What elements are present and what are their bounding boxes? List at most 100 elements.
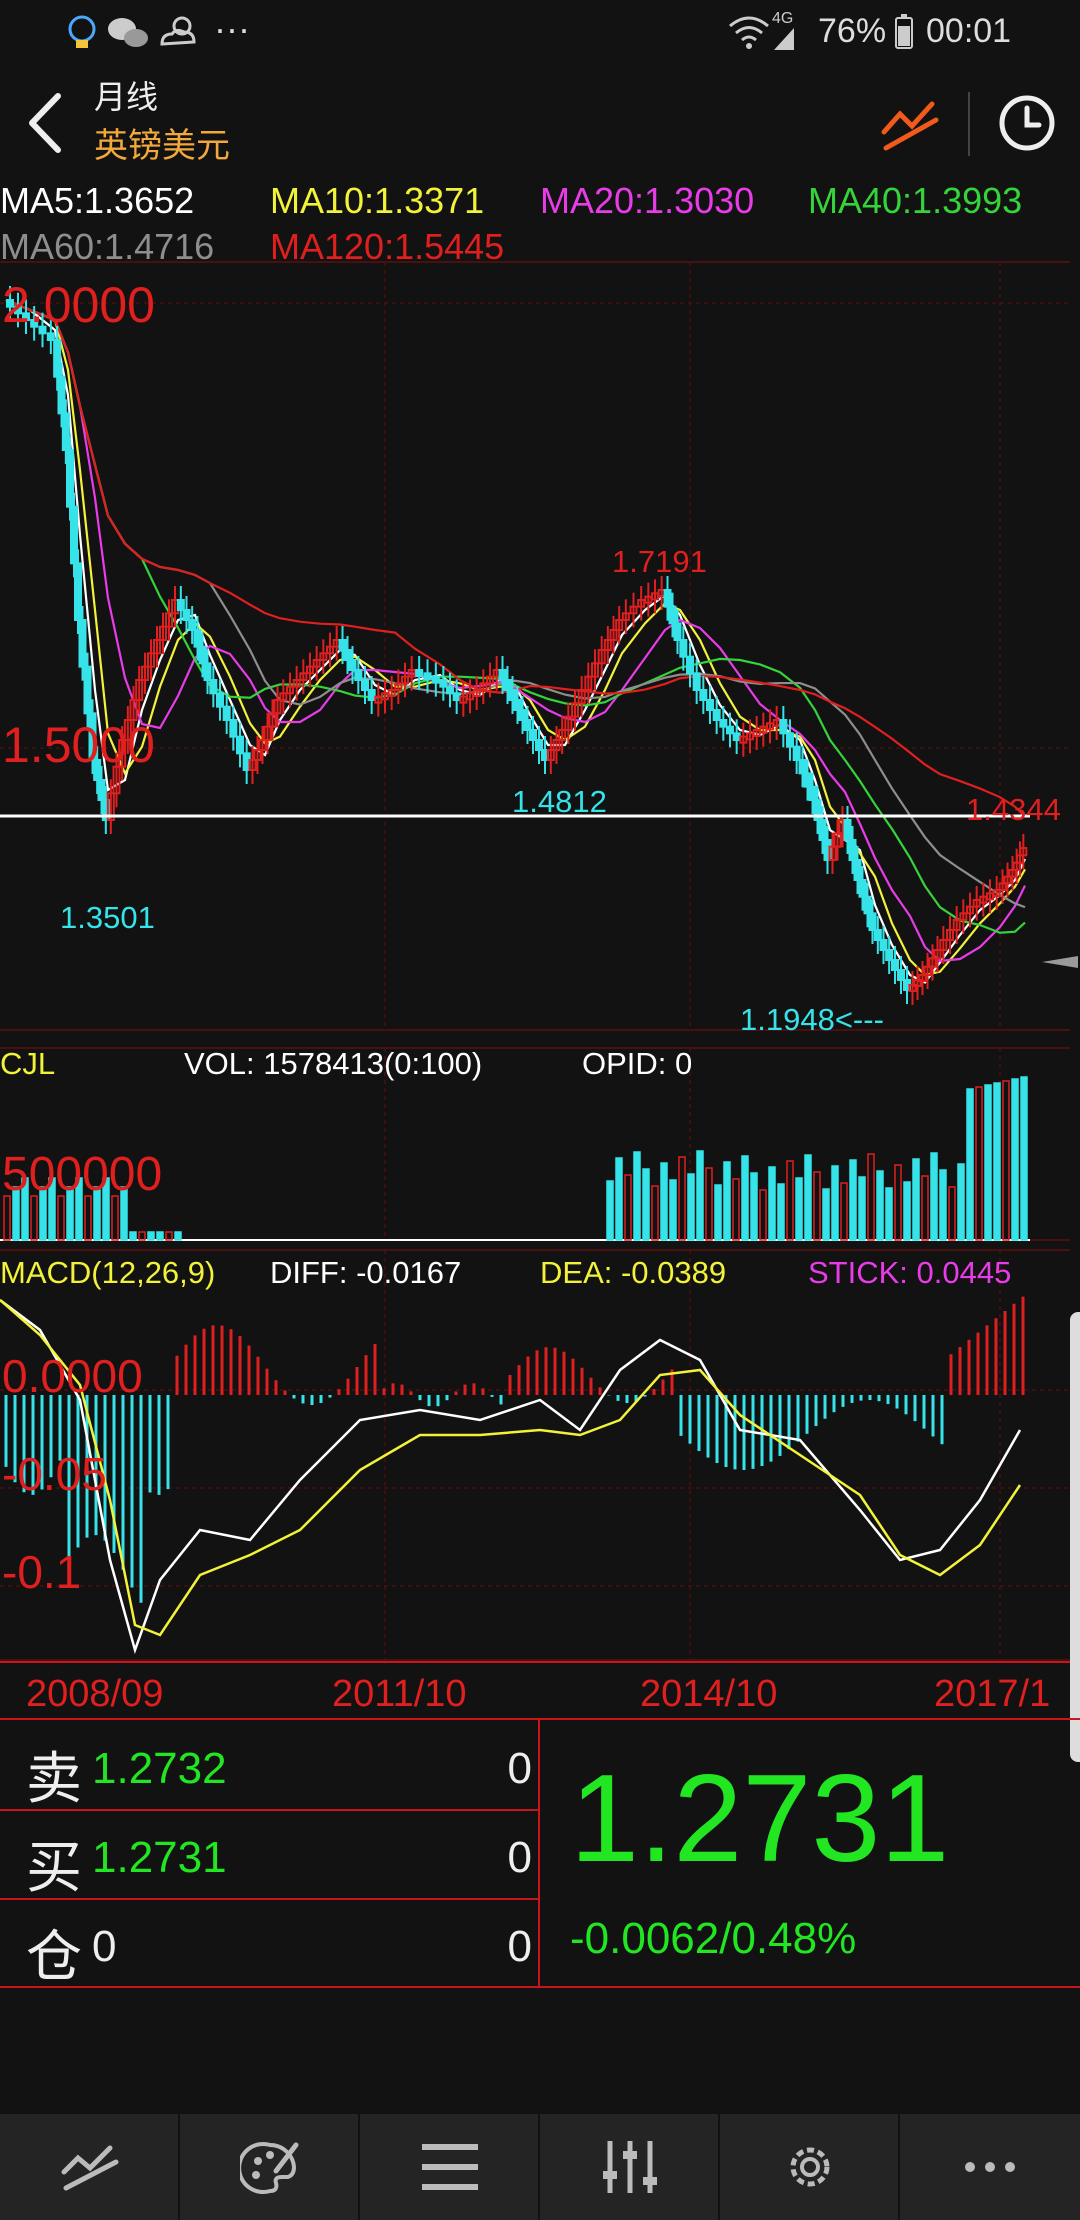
nav-menu[interactable] [360,2114,540,2220]
position-row[interactable]: 仓 0 0 [0,1898,540,1990]
volume-bar [858,1176,866,1241]
volume-bar [885,1187,893,1241]
candle-body [431,675,440,684]
macd-diff-line [0,1299,1022,1655]
candle-body [808,785,817,802]
annotation-last-high: 1.4344 [966,792,1061,827]
volume-bar [948,1186,956,1241]
x-axis-label: 2008/09 [26,1673,163,1715]
macd-stick: STICK: 0.0445 [808,1255,1011,1290]
candle-body [529,729,537,741]
candle-body [779,719,788,735]
volume-bar [57,1195,65,1241]
ma-line [5,298,1026,977]
sell-row[interactable]: 卖 1.2732 0 [0,1720,540,1812]
volume-bar [138,1231,146,1241]
volume-bar [687,1173,695,1241]
candle-body [818,819,827,841]
buy-label: 买 [26,1836,82,1901]
macd-histogram [4,1296,1025,1603]
volume-value: VOL: 1578413(0:100) [184,1046,482,1081]
x-axis-label: 2017/1 [934,1673,1050,1715]
candle-body [879,939,888,951]
position-value: 0 [92,1922,117,1971]
macd-title: MACD(12,26,9) [0,1255,215,1290]
candle-body [367,689,376,701]
candle-body [668,605,677,625]
nav-indicators[interactable] [540,2114,720,2220]
candle-body [863,895,872,915]
candle-body [891,959,899,971]
x-axis-label: 2011/10 [332,1673,467,1715]
candle-body [209,679,218,695]
gear-icon [790,2147,830,2187]
candle-body [706,699,714,711]
volume-title: CJL [0,1046,55,1081]
volume-bar [660,1162,668,1241]
volume-bar [1020,1076,1028,1241]
volume-bar [840,1182,848,1241]
annotation-high: 1.7191 [612,544,707,579]
candle-body [446,685,454,695]
sell-qty: 0 [507,1744,532,1793]
volume-bar [867,1153,875,1241]
volume-bar [894,1164,902,1241]
candle-body [46,332,55,342]
candle-body [229,719,238,738]
nav-theme[interactable] [180,2114,360,2220]
position-label: 仓 [26,1925,82,1990]
volume-bar [939,1169,947,1241]
volume-bar [822,1188,830,1241]
volume-bar [921,1175,929,1241]
candle-body [719,719,728,728]
candle-body [692,672,701,691]
candle-body [74,562,82,621]
volume-axis-label: 500000 [2,1148,162,1201]
candle-body [523,719,532,731]
volume-bar [804,1154,812,1241]
candle-body [712,709,721,721]
candle-body [70,505,78,565]
sell-price: 1.2732 [92,1744,227,1793]
side-drawer-handle[interactable] [1070,1312,1080,1762]
nav-settings[interactable] [720,2114,900,2220]
ma-line [5,298,1026,984]
volume-bar [975,1086,983,1241]
candle-body [786,732,794,748]
volume-bar [813,1171,821,1241]
more-icon [965,2162,1015,2172]
ma-line [5,298,1026,818]
price-axis-label: 2.0000 [2,277,155,333]
candle-body [182,609,191,621]
candle-body [686,655,694,675]
candle-body [848,839,857,861]
candle-body [699,689,708,701]
volume-bar [759,1189,767,1241]
candle-body [798,759,807,775]
candle-body [415,669,424,677]
volume-bar [957,1163,965,1241]
candle-body [803,772,812,788]
menu-icon [422,2144,478,2190]
volume-bar [651,1185,659,1241]
candle-body [726,725,734,735]
quote-panel: 卖 1.2732 0 买 1.2731 0 仓 0 0 1.2731 -0.00… [0,1718,1080,1990]
opid-value: OPID: 0 [582,1046,692,1081]
volume-bar [156,1231,164,1241]
buy-row[interactable]: 买 1.2731 0 [0,1809,540,1901]
candle-body [354,669,363,681]
nav-more[interactable] [900,2114,1080,2220]
volume-bar [606,1180,614,1241]
volume-bar [876,1170,884,1241]
macd-lines [0,1299,1022,1655]
volume-bar [174,1231,182,1241]
volume-bar [3,1195,11,1241]
volume-bar [723,1161,731,1241]
last-price: 1.2731 [570,1750,950,1888]
candle-body [53,339,62,378]
volume-bar [84,1195,92,1241]
nav-chart[interactable] [0,2114,180,2220]
candle-body [858,879,867,898]
volume-bar [750,1172,758,1241]
moving-average-lines [5,298,1026,984]
